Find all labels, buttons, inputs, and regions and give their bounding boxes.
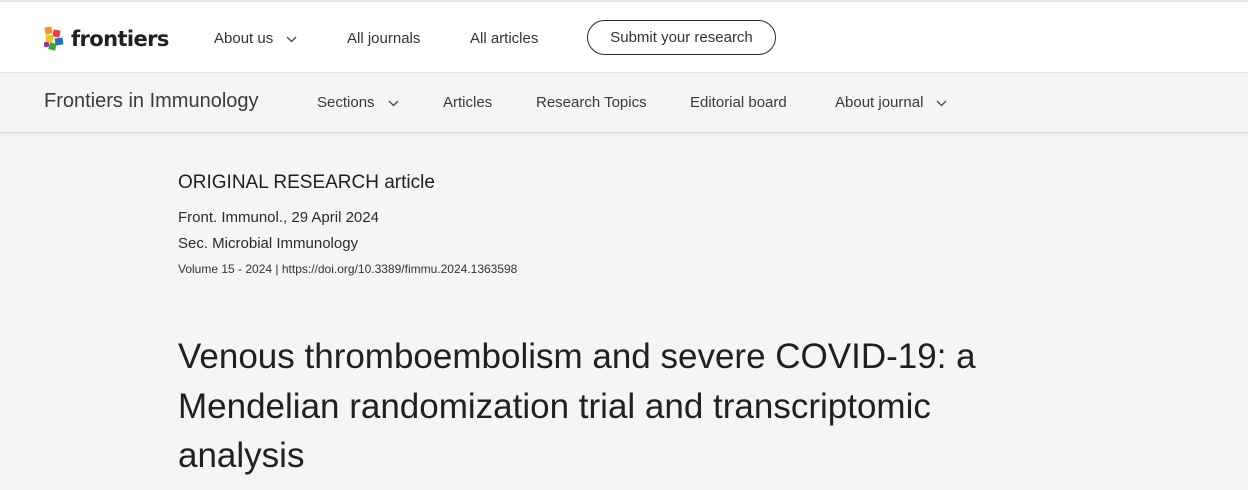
article-volume: Volume 15 - 2024 | — [178, 262, 282, 276]
submit-research-label: Submit your research — [610, 29, 753, 46]
journal-navigation-bar: Frontiers in Immunology Sections Article… — [0, 73, 1248, 133]
site-header: frontiers About us All journals All arti… — [0, 0, 1248, 73]
nav-all-journals[interactable]: All journals — [347, 30, 420, 47]
nav-sections-label: Sections — [317, 94, 375, 111]
article-type: ORIGINAL RESEARCH article — [178, 172, 435, 193]
journal-name[interactable]: Frontiers in Immunology — [44, 90, 259, 113]
nav-editorial-board-label: Editorial board — [690, 94, 787, 111]
chevron-down-icon — [936, 94, 947, 111]
nav-about-us-label: About us — [214, 30, 274, 47]
brand-name: frontiers — [71, 27, 169, 51]
article-section: Sec. Microbial Immunology — [178, 235, 358, 252]
chevron-down-icon — [388, 94, 399, 111]
nav-research-topics[interactable]: Research Topics — [536, 94, 647, 111]
nav-articles-label: Articles — [443, 94, 493, 111]
nav-all-articles-label: All articles — [470, 30, 539, 47]
nav-articles[interactable]: Articles — [443, 94, 492, 111]
submit-research-button[interactable]: Submit your research — [587, 20, 776, 55]
nav-editorial-board[interactable]: Editorial board — [690, 94, 787, 111]
nav-all-articles[interactable]: All articles — [470, 30, 538, 47]
nav-about-journal-label: About journal — [835, 94, 924, 111]
frontiers-logo-icon — [43, 26, 68, 52]
nav-about-us[interactable]: About us — [214, 30, 297, 47]
article-citation: Front. Immunol., 29 April 2024 — [178, 209, 379, 226]
doi-link[interactable]: https://doi.org/10.3389/fimmu.2024.13635… — [282, 262, 518, 276]
nav-sections[interactable]: Sections — [317, 94, 399, 111]
frontiers-logo[interactable]: frontiers — [43, 25, 169, 53]
chevron-down-icon — [286, 30, 297, 47]
nav-research-topics-label: Research Topics — [536, 94, 647, 111]
article-volume-doi: Volume 15 - 2024 | https://doi.org/10.33… — [178, 262, 517, 276]
article-section-label[interactable]: Sec. Microbial Immunology — [178, 235, 358, 252]
article-title: Venous thromboembolism and severe COVID-… — [178, 337, 976, 475]
nav-all-journals-label: All journals — [347, 30, 421, 47]
nav-about-journal[interactable]: About journal — [835, 94, 947, 111]
